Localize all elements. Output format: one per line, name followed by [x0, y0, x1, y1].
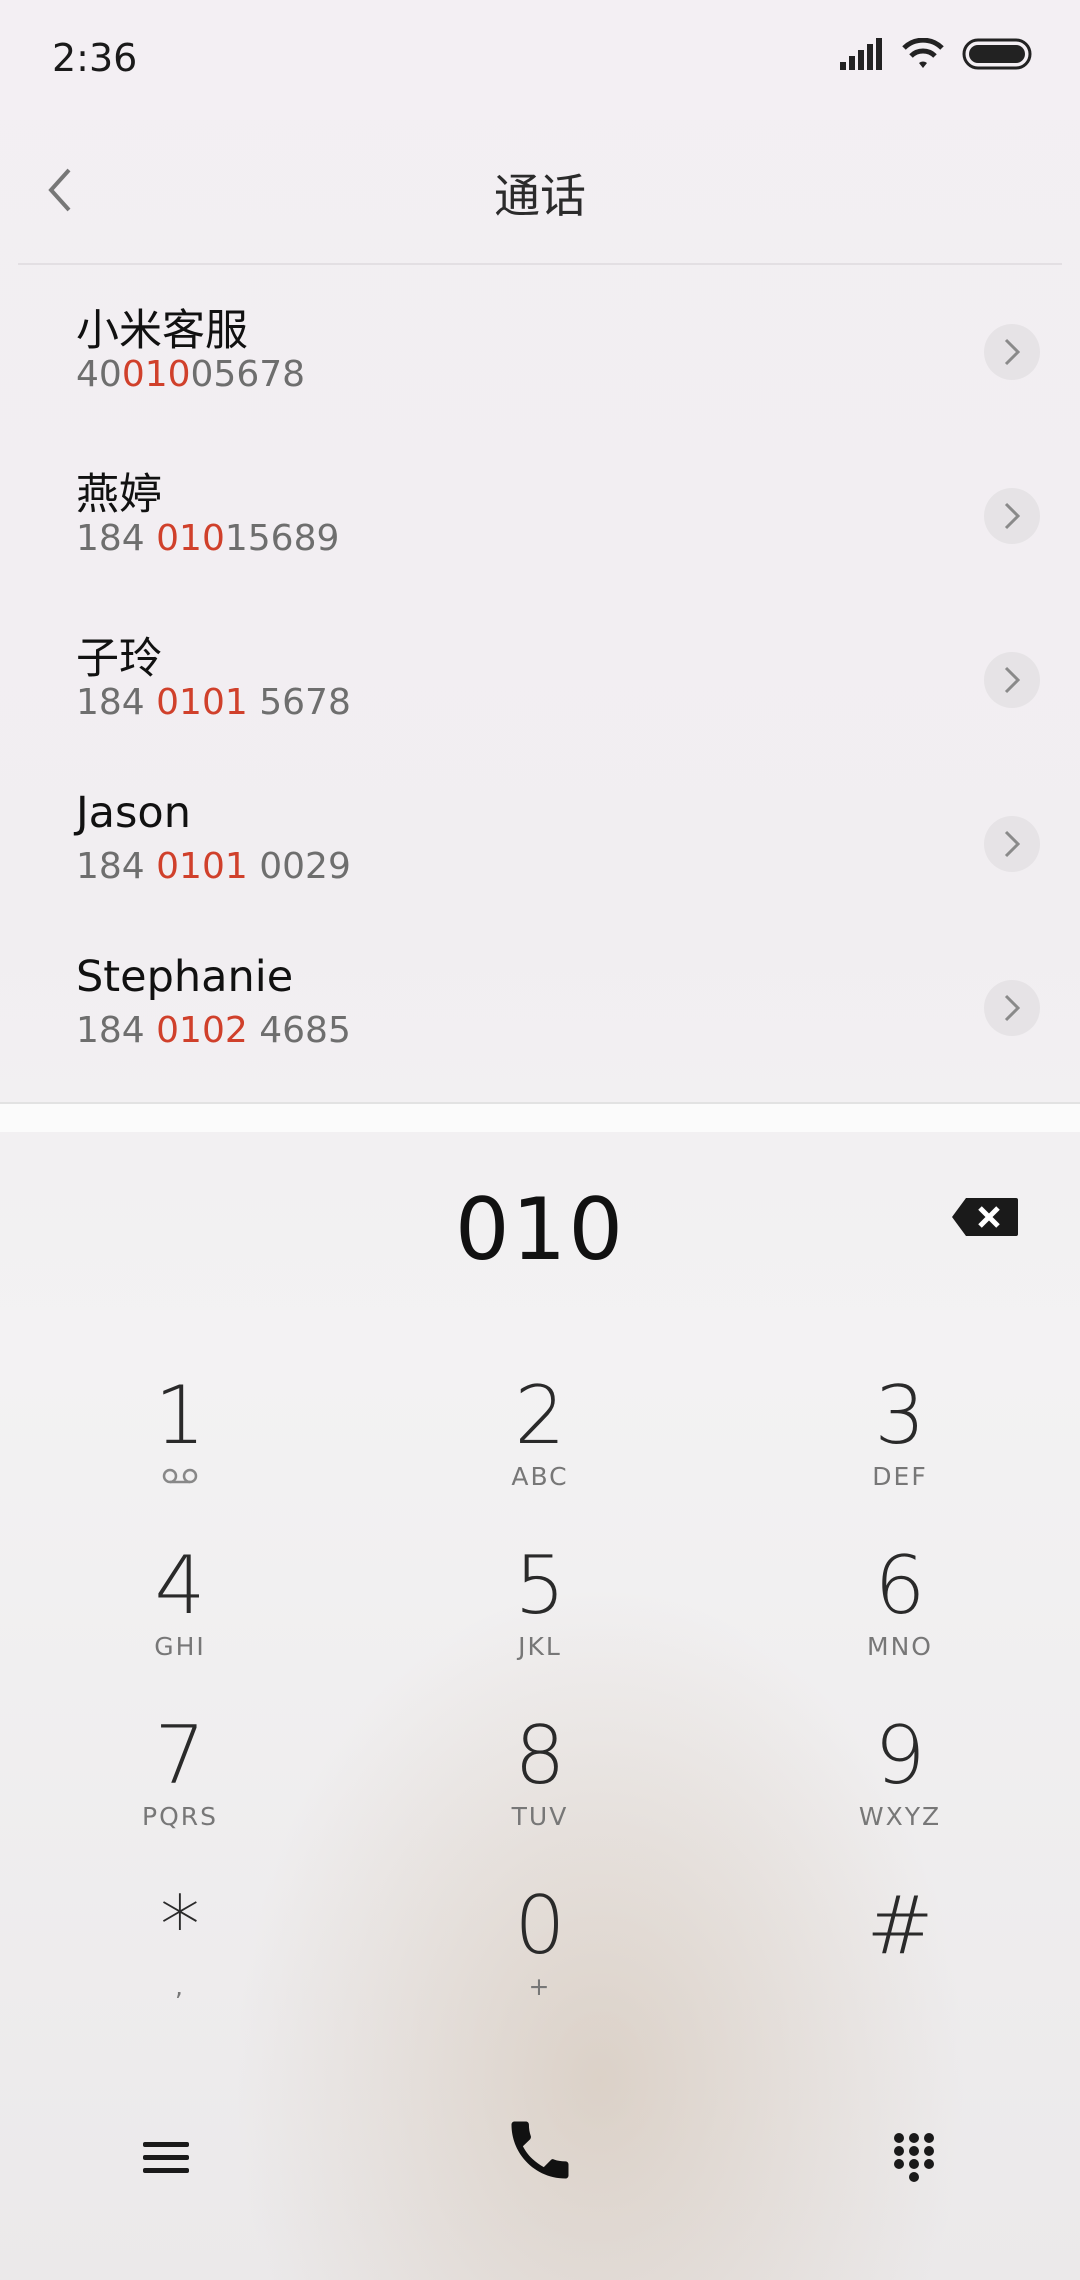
key-5[interactable]: 5 JKL: [420, 1542, 660, 1692]
menu-icon: [143, 2142, 189, 2173]
status-icons: [840, 38, 1032, 70]
contact-detail-button[interactable]: [984, 652, 1040, 708]
key-3[interactable]: 3 DEF: [780, 1372, 1020, 1522]
contact-name: Jason: [76, 788, 191, 838]
dialed-number: 010: [454, 1180, 626, 1280]
wifi-icon: [902, 38, 944, 68]
key-4[interactable]: 4 GHI: [60, 1542, 300, 1692]
backspace-icon: [952, 1198, 1018, 1236]
chevron-right-icon: [1004, 666, 1021, 694]
list-divider: [0, 1102, 1080, 1132]
key-9[interactable]: 9 WXYZ: [780, 1712, 1020, 1862]
contact-name: 燕婷: [76, 470, 162, 520]
status-time: 2:36: [52, 36, 138, 80]
contact-list: 小米客服 4001005678 燕婷 184 01015689 子玲 184 0…: [0, 270, 1080, 1090]
status-bar: 2:36: [0, 0, 1080, 120]
contact-row[interactable]: 燕婷 184 01015689: [0, 434, 1080, 598]
chevron-right-icon: [1004, 338, 1021, 366]
key-star[interactable]: * ,: [60, 1882, 300, 2032]
contact-detail-button[interactable]: [984, 488, 1040, 544]
dialpad-toggle-button[interactable]: [874, 2118, 954, 2198]
action-bar: [0, 2108, 1080, 2208]
page-title: 通话: [494, 169, 586, 223]
title-divider: [18, 263, 1062, 265]
contact-detail-button[interactable]: [984, 980, 1040, 1036]
backspace-button[interactable]: [950, 1196, 1020, 1238]
contact-row[interactable]: Jason 184 0101 0029: [0, 762, 1080, 926]
contact-detail-button[interactable]: [984, 816, 1040, 872]
key-8[interactable]: 8 TUV: [420, 1712, 660, 1862]
key-7[interactable]: 7 PQRS: [60, 1712, 300, 1862]
voicemail-icon: [162, 1468, 198, 1484]
chevron-right-icon: [1004, 502, 1021, 530]
key-6[interactable]: 6 MNO: [780, 1542, 1020, 1692]
menu-button[interactable]: [126, 2118, 206, 2198]
contact-row[interactable]: 子玲 184 0101 5678: [0, 598, 1080, 762]
key-2[interactable]: 2 ABC: [420, 1372, 660, 1522]
contact-number: 184 0101 5678: [76, 682, 351, 723]
battery-icon: [962, 38, 1032, 70]
contact-number: 184 0101 0029: [76, 846, 351, 887]
contact-name: 子玲: [76, 634, 162, 684]
key-1[interactable]: 1: [60, 1372, 300, 1522]
contact-row[interactable]: 小米客服 4001005678: [0, 270, 1080, 434]
call-button[interactable]: [490, 2100, 590, 2200]
contact-number: 184 01015689: [76, 518, 340, 559]
title-bar: 通话: [0, 130, 1080, 250]
contact-row[interactable]: Stephanie 184 0102 4685: [0, 926, 1080, 1090]
key-0[interactable]: 0 +: [420, 1882, 660, 2032]
chevron-right-icon: [1004, 830, 1021, 858]
contact-name: 小米客服: [76, 306, 248, 356]
key-hash[interactable]: #: [780, 1882, 1020, 2032]
contact-number: 4001005678: [76, 354, 306, 395]
contact-number: 184 0102 4685: [76, 1010, 351, 1051]
chevron-right-icon: [1004, 994, 1021, 1022]
signal-icon: [840, 38, 882, 70]
contact-name: Stephanie: [76, 952, 294, 1002]
contact-detail-button[interactable]: [984, 324, 1040, 380]
dialpad-icon: [894, 2133, 934, 2182]
phone-icon: [511, 2121, 569, 2179]
